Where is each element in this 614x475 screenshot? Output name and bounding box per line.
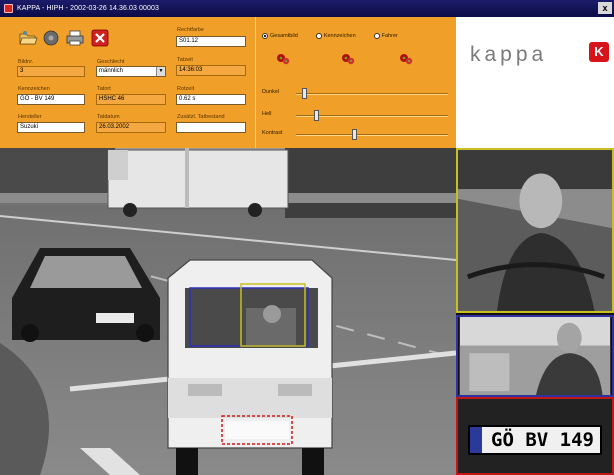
zusatz-field[interactable]: [176, 122, 246, 133]
bildnr-label: Bildnr.: [18, 59, 34, 65]
chevron-down-icon[interactable]: ▼: [156, 67, 165, 76]
radio-dot[interactable]: [373, 33, 380, 39]
plate-zoom-panel[interactable]: GÖ BV 149: [456, 397, 614, 475]
radio-gesamtbild-label: Gesamtbild: [270, 33, 298, 39]
kontrast-slider[interactable]: [296, 129, 448, 140]
rechtsfarbe-field[interactable]: S01.12: [176, 36, 246, 47]
kappa-logo-badge: K: [589, 42, 609, 62]
tatzeit-label: Tatzeit: [177, 57, 193, 63]
panel-divider: [255, 17, 256, 148]
tatdatum-field: 26.03.2002: [96, 122, 166, 133]
hell-label: Hell: [262, 111, 272, 117]
flower-gesamtbild-icon[interactable]: [275, 52, 291, 66]
dunkel-slider-thumb[interactable]: [302, 88, 307, 99]
rechtsfarbe-label: Rechtfarbe: [177, 27, 204, 33]
geschlecht-label: Geschlecht: [97, 59, 125, 65]
delete-icon[interactable]: [90, 29, 110, 47]
open-folder-icon[interactable]: [18, 29, 38, 47]
radio-gesamtbild[interactable]: Gesamtbild: [262, 33, 298, 39]
hell-slider[interactable]: [296, 110, 448, 121]
geschlecht-value: männlich: [99, 68, 124, 74]
bildnr-field: 3: [17, 66, 85, 77]
radio-fahrer-label: Fahrer: [381, 33, 398, 39]
hell-slider-thumb[interactable]: [314, 110, 319, 121]
zusatz-label: Zusätzl. Tatbestand: [177, 114, 225, 120]
radio-dot-selected[interactable]: [262, 33, 268, 39]
flower-kennzeichen-icon[interactable]: [340, 52, 356, 66]
hersteller-label: Hersteller: [18, 114, 42, 120]
window-title: KAPPA - HIPH - 2002-03-26 14.36.03 00003: [17, 5, 160, 12]
tatdatum-label: Tatdatum: [97, 114, 120, 120]
tatort-label: Tatort: [97, 86, 111, 92]
radio-fahrer[interactable]: Fahrer: [373, 33, 398, 39]
tatort-field: HSHC 46: [96, 94, 166, 105]
traffic-scene-image[interactable]: [0, 148, 456, 475]
hersteller-field[interactable]: Suzuki: [17, 122, 85, 133]
app-icon: [4, 4, 13, 13]
kappa-logo: kappa: [470, 43, 548, 66]
eu-band: [470, 427, 482, 453]
kontrast-label: Kontrast: [262, 130, 283, 136]
geschlecht-select[interactable]: männlich ▼: [96, 66, 166, 77]
close-button[interactable]: x: [598, 2, 612, 14]
license-plate-text: GÖ BV 149: [491, 429, 594, 451]
view-mode-group: Gesamtbild Kennzeichen Fahrer: [262, 33, 398, 39]
flower-fahrer-icon[interactable]: [398, 52, 414, 66]
license-plate: GÖ BV 149: [468, 425, 602, 455]
dunkel-label: Dunkel: [262, 89, 280, 95]
rotzeit-label: Rotzeit: [177, 86, 195, 92]
radio-kennzeichen-label: Kennzeichen: [323, 33, 356, 39]
passenger-zoom-image[interactable]: [456, 315, 614, 397]
dunkel-slider[interactable]: [296, 88, 448, 99]
print-icon[interactable]: [65, 29, 85, 47]
kontrast-slider-thumb[interactable]: [352, 129, 357, 140]
tatzeit-field: 14:36:03: [176, 65, 246, 76]
radio-dot[interactable]: [315, 33, 322, 39]
app-window: KAPPA - HIPH - 2002-03-26 14.36.03 00003…: [0, 0, 614, 475]
kennzeichen-field[interactable]: GÖ - BV 149: [17, 94, 85, 105]
title-bar: KAPPA - HIPH - 2002-03-26 14.36.03 00003…: [0, 0, 614, 17]
radio-kennzeichen[interactable]: Kennzeichen: [315, 33, 356, 39]
gear-icon[interactable]: [41, 29, 61, 47]
rotzeit-field[interactable]: 0.62 s: [176, 94, 246, 105]
kennzeichen-label: Kennzeichen: [18, 86, 50, 92]
logo-area: kappa K: [456, 17, 614, 148]
driver-zoom-image[interactable]: [456, 148, 614, 313]
